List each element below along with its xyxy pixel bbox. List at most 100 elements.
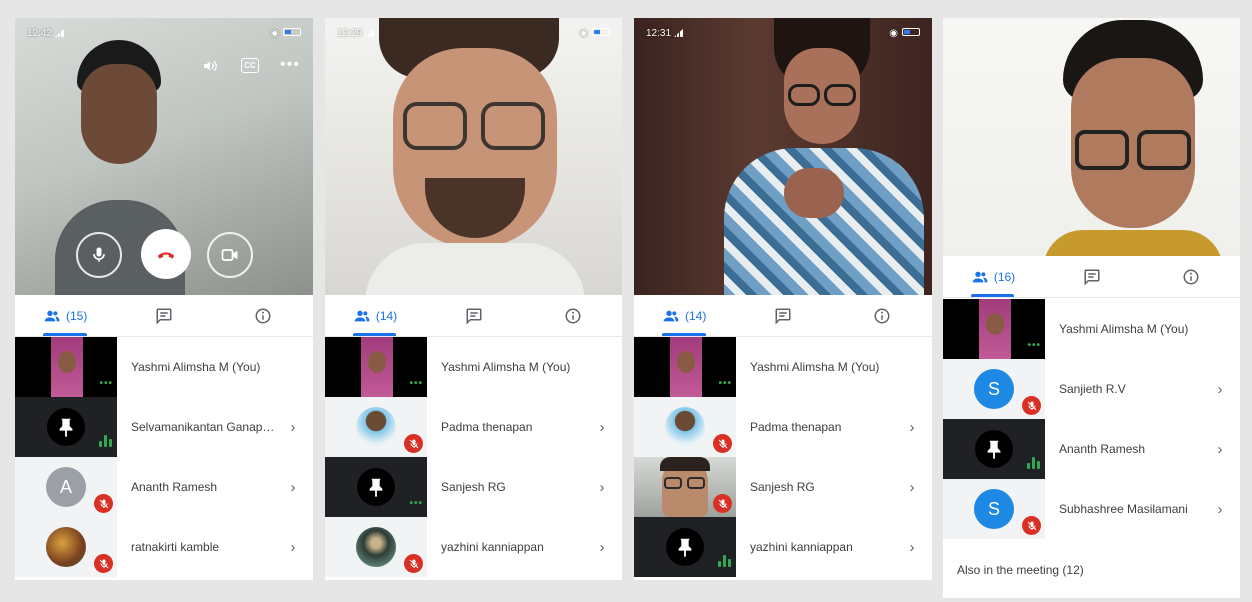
list-item[interactable]: Ananth Ramesh › [943, 419, 1240, 479]
tab-chat[interactable] [424, 295, 523, 336]
chevron-right-icon[interactable]: › [900, 539, 924, 556]
speaking-dots-icon: ••• [718, 378, 732, 389]
video-person [724, 18, 924, 295]
list-item[interactable]: ••• Sanjesh RG › [325, 457, 622, 517]
avatar: A [46, 467, 86, 507]
chevron-right-icon[interactable]: › [281, 539, 305, 556]
chat-icon [1083, 268, 1101, 286]
pin-icon [47, 408, 85, 446]
tab-people[interactable]: (15) [15, 295, 114, 336]
end-call-button[interactable] [141, 229, 191, 279]
list-item[interactable]: Padma thenapan › [325, 397, 622, 457]
speaking-dots-icon: ••• [409, 378, 423, 389]
speaking-dots-icon: ••• [99, 378, 113, 389]
tab-info[interactable] [214, 295, 313, 336]
speaking-dots-icon: ••• [409, 498, 423, 509]
list-item[interactable]: A Ananth Ramesh › [15, 457, 313, 517]
tab-chat[interactable] [1042, 256, 1141, 297]
camera-icon [221, 249, 238, 261]
captions-icon[interactable]: CC [241, 58, 259, 73]
chevron-right-icon[interactable]: › [590, 539, 614, 556]
participant-thumbnail [325, 517, 427, 577]
people-icon [352, 308, 372, 324]
tab-chat[interactable] [733, 295, 832, 336]
tab-people[interactable]: (14) [325, 295, 424, 336]
participant-name: Yashmi Alimsha M (You) [131, 360, 261, 374]
tab-chat[interactable] [114, 295, 213, 336]
main-video: 12:31 ◉ [634, 18, 932, 295]
audio-level-icon [99, 435, 113, 447]
chevron-right-icon[interactable]: › [1208, 441, 1232, 458]
video-person [1043, 18, 1223, 256]
chevron-right-icon[interactable]: › [900, 419, 924, 436]
speaking-dots-icon: ••• [1027, 340, 1041, 351]
mic-icon [93, 247, 105, 262]
chevron-right-icon[interactable]: › [590, 419, 614, 436]
people-icon [970, 269, 990, 285]
participant-name: Sanjesh RG [441, 480, 506, 494]
list-item[interactable]: S Sanjieth R.V › [943, 359, 1240, 419]
status-time: 12:42 [27, 27, 53, 39]
participant-thumbnail [943, 419, 1045, 479]
mic-off-icon [1022, 396, 1041, 415]
list-item[interactable]: ••• Yashmi Alimsha M (You) [634, 337, 932, 397]
avatar: S [974, 489, 1014, 529]
camera-button[interactable] [207, 232, 253, 278]
list-item[interactable]: Sanjesh RG › [634, 457, 932, 517]
audio-level-icon [1027, 457, 1041, 469]
list-item[interactable]: Selvamanikantan Ganapat... › [15, 397, 313, 457]
tab-info[interactable] [833, 295, 932, 336]
mic-button[interactable] [76, 232, 122, 278]
chevron-right-icon[interactable]: › [281, 479, 305, 496]
participant-name: Sanjesh RG [750, 480, 815, 494]
mic-off-icon [94, 494, 113, 513]
tab-info[interactable] [1141, 256, 1240, 297]
main-video: 12:29 ◉ [325, 18, 622, 295]
tab-people[interactable]: (16) [943, 256, 1042, 297]
mic-off-icon [1022, 516, 1041, 535]
list-item[interactable]: S Subhashree Masilamani › [943, 479, 1240, 539]
chevron-right-icon[interactable]: › [281, 419, 305, 436]
list-item[interactable]: ratnakirti kamble › [15, 517, 313, 577]
meet-screen-1: 12:42 ◉ CC ••• (15) ••• Yashmi Alimsha M… [15, 18, 313, 580]
chat-icon [774, 307, 792, 325]
participant-name: Yashmi Alimsha M (You) [1059, 322, 1189, 336]
battery-icon: ◉ [889, 27, 920, 39]
list-item[interactable]: yazhini kanniappan › [634, 517, 932, 577]
list-item[interactable]: ••• Yashmi Alimsha M (You) [943, 299, 1240, 359]
participant-count: (16) [993, 269, 1016, 284]
participant-count: (15) [65, 308, 88, 323]
participant-name: yazhini kanniappan [750, 540, 853, 554]
speaker-icon[interactable] [201, 58, 219, 74]
list-item[interactable]: ••• Yashmi Alimsha M (You) [325, 337, 622, 397]
tab-people[interactable]: (14) [634, 295, 733, 336]
chevron-right-icon[interactable]: › [1208, 501, 1232, 518]
list-item[interactable]: yazhini kanniappan › [325, 517, 622, 577]
info-icon [1182, 268, 1200, 286]
participant-count: (14) [375, 308, 398, 323]
mic-off-icon [404, 434, 423, 453]
participant-thumbnail: ••• [634, 337, 736, 397]
chat-icon [155, 307, 173, 325]
list-item[interactable]: ••• Yashmi Alimsha M (You) [15, 337, 313, 397]
participant-thumbnail [15, 397, 117, 457]
participant-thumbnail: S [943, 359, 1045, 419]
status-time: 12:29 [337, 27, 363, 39]
participant-name: Padma thenapan [750, 420, 842, 434]
list-item[interactable]: Padma thenapan › [634, 397, 932, 457]
avatar [46, 527, 86, 567]
info-icon [254, 307, 272, 325]
main-video: 12:42 ◉ CC ••• [15, 18, 313, 295]
participant-name: yazhini kanniappan [441, 540, 544, 554]
battery-icon: ◉ [579, 27, 610, 39]
participant-thumbnail: S [943, 479, 1045, 539]
participant-name: ratnakirti kamble [131, 540, 220, 554]
signal-icon [55, 28, 65, 37]
more-icon[interactable]: ••• [280, 57, 300, 73]
chevron-right-icon[interactable]: › [900, 479, 924, 496]
avatar [356, 407, 396, 447]
chevron-right-icon[interactable]: › [1208, 381, 1232, 398]
chevron-right-icon[interactable]: › [590, 479, 614, 496]
meet-screen-4: (16) ••• Yashmi Alimsha M (You) S Sanjie… [943, 18, 1240, 598]
tab-info[interactable] [523, 295, 622, 336]
